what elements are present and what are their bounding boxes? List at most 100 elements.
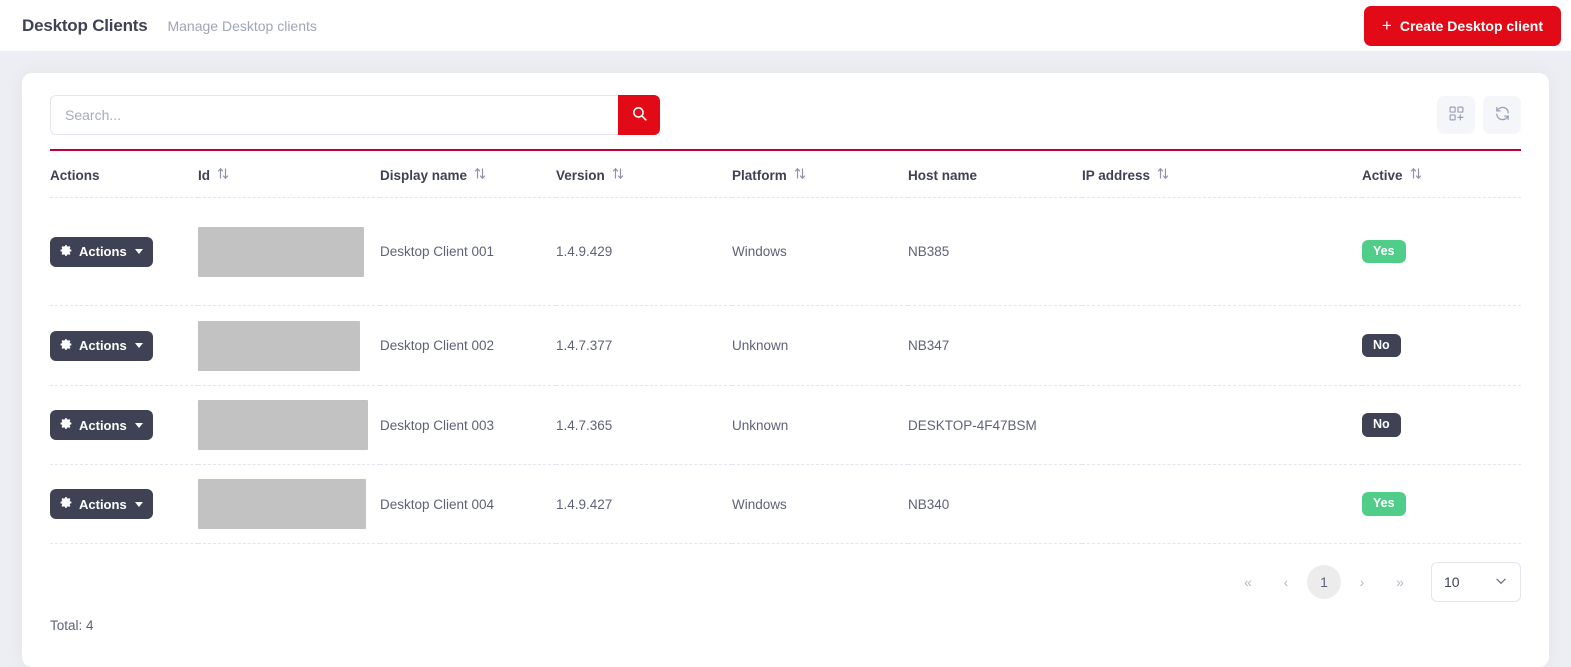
chevron-down-icon [134,422,143,428]
column-label: IP address [1082,167,1151,183]
pagination: « ‹ 1 › » 10 [50,544,1521,602]
cell-display-name: Desktop Client 004 [380,464,556,544]
cell-host-name: NB385 [908,197,1082,306]
row-actions-label: Actions [79,338,127,353]
cell-ip-address [1082,385,1362,465]
next-page-button[interactable]: › [1345,565,1379,599]
cell-host-name: DESKTOP-4F47BSM [908,385,1082,465]
column-label: Display name [380,167,468,183]
content-card: Actions Id [22,73,1549,667]
table-header-row: Actions Id Display name Version Platform… [50,151,1521,198]
search-input[interactable] [50,95,618,135]
cell-version: 1.4.9.427 [556,464,732,544]
table-row: Actions Desktop Client 001 1.4.9.429 Win… [50,197,1521,306]
sort-icon[interactable] [794,167,806,183]
table-toolbar [50,95,1521,135]
redacted-id-block [198,320,360,371]
cell-version: 1.4.9.429 [556,197,732,306]
plus-icon: + [1381,16,1392,35]
gear-icon [60,496,73,512]
column-header-version[interactable]: Version [556,151,732,198]
create-desktop-client-button[interactable]: + Create Desktop client [1363,5,1561,46]
chevron-down-icon [134,343,143,348]
cell-version: 1.4.7.365 [556,385,732,465]
cell-display-name: Desktop Client 002 [380,305,556,386]
page-size-select[interactable]: 10 [1431,562,1521,602]
column-header-platform[interactable]: Platform [732,151,908,198]
row-actions-button[interactable]: Actions [50,330,153,361]
search-group [50,95,660,135]
page-body: Actions Id [0,51,1571,667]
app-header: Desktop Clients Manage Desktop clients +… [0,0,1571,51]
grid-add-icon [1448,105,1465,125]
table-row: Actions Desktop Client 003 1.4.7.365 Unk… [50,385,1521,465]
desktop-clients-table: Actions Id Display name Version Platform… [50,151,1521,544]
cell-display-name: Desktop Client 003 [380,385,556,465]
table-row: Actions Desktop Client 004 1.4.9.427 Win… [50,464,1521,544]
page-number-button[interactable]: 1 [1307,565,1341,599]
column-header-actions: Actions [50,151,198,198]
search-button[interactable] [618,95,660,135]
refresh-button[interactable] [1483,96,1521,134]
cell-active: No [1362,385,1521,465]
column-label: Host name [908,167,978,183]
cell-active: Yes [1362,197,1521,306]
cell-id [198,197,380,306]
first-page-button[interactable]: « [1231,565,1265,599]
sort-icon[interactable] [612,167,624,183]
table-body: Actions Desktop Client 001 1.4.9.429 Win… [50,197,1521,544]
column-header-ip-address[interactable]: IP address [1082,151,1362,198]
cell-ip-address [1082,464,1362,544]
chevron-down-icon [134,249,143,254]
redacted-id-block [198,226,364,277]
gear-icon [60,338,73,354]
page-title: Desktop Clients [22,15,148,35]
cell-host-name: NB347 [908,305,1082,386]
redacted-id-block [198,479,366,529]
sort-icon[interactable] [1410,167,1422,183]
cell-ip-address [1082,305,1362,386]
cell-platform: Windows [732,464,908,544]
row-actions-label: Actions [79,244,127,259]
last-page-button[interactable]: » [1383,565,1417,599]
column-label: Id [198,167,210,183]
cell-version: 1.4.7.377 [556,305,732,386]
column-settings-button[interactable] [1437,96,1475,134]
status-badge: No [1362,333,1401,358]
column-header-host-name: Host name [908,151,1082,198]
sort-icon[interactable] [1157,167,1169,183]
column-header-active[interactable]: Active [1362,151,1521,198]
sort-icon[interactable] [217,167,229,183]
cell-active: No [1362,305,1521,386]
cell-actions: Actions [50,305,198,386]
cell-platform: Unknown [732,305,908,386]
status-badge: No [1362,413,1401,437]
column-label: Version [556,167,605,183]
cell-id [198,464,380,544]
refresh-icon [1494,105,1511,125]
chevron-down-icon [134,501,143,507]
gear-icon [60,417,73,433]
column-header-display-name[interactable]: Display name [380,151,556,198]
cell-id [198,305,380,386]
row-actions-button[interactable]: Actions [50,410,153,440]
cell-active: Yes [1362,464,1521,544]
row-actions-button[interactable]: Actions [50,489,153,519]
page-subtitle: Manage Desktop clients [167,17,317,34]
row-actions-button[interactable]: Actions [50,236,153,267]
status-badge: Yes [1362,239,1406,264]
previous-page-button[interactable]: ‹ [1269,565,1303,599]
cell-display-name: Desktop Client 001 [380,197,556,306]
cell-host-name: NB340 [908,464,1082,544]
row-actions-label: Actions [79,417,127,433]
create-button-label: Create Desktop client [1399,17,1543,34]
column-header-id[interactable]: Id [198,151,380,198]
cell-actions: Actions [50,385,198,465]
total-count: Total: 4 [50,618,94,633]
gear-icon [60,244,73,260]
sort-icon[interactable] [474,167,486,183]
page-size-value: 10 [1444,574,1460,590]
cell-actions: Actions [50,197,198,306]
cell-platform: Windows [732,197,908,306]
column-label: Platform [732,167,787,183]
